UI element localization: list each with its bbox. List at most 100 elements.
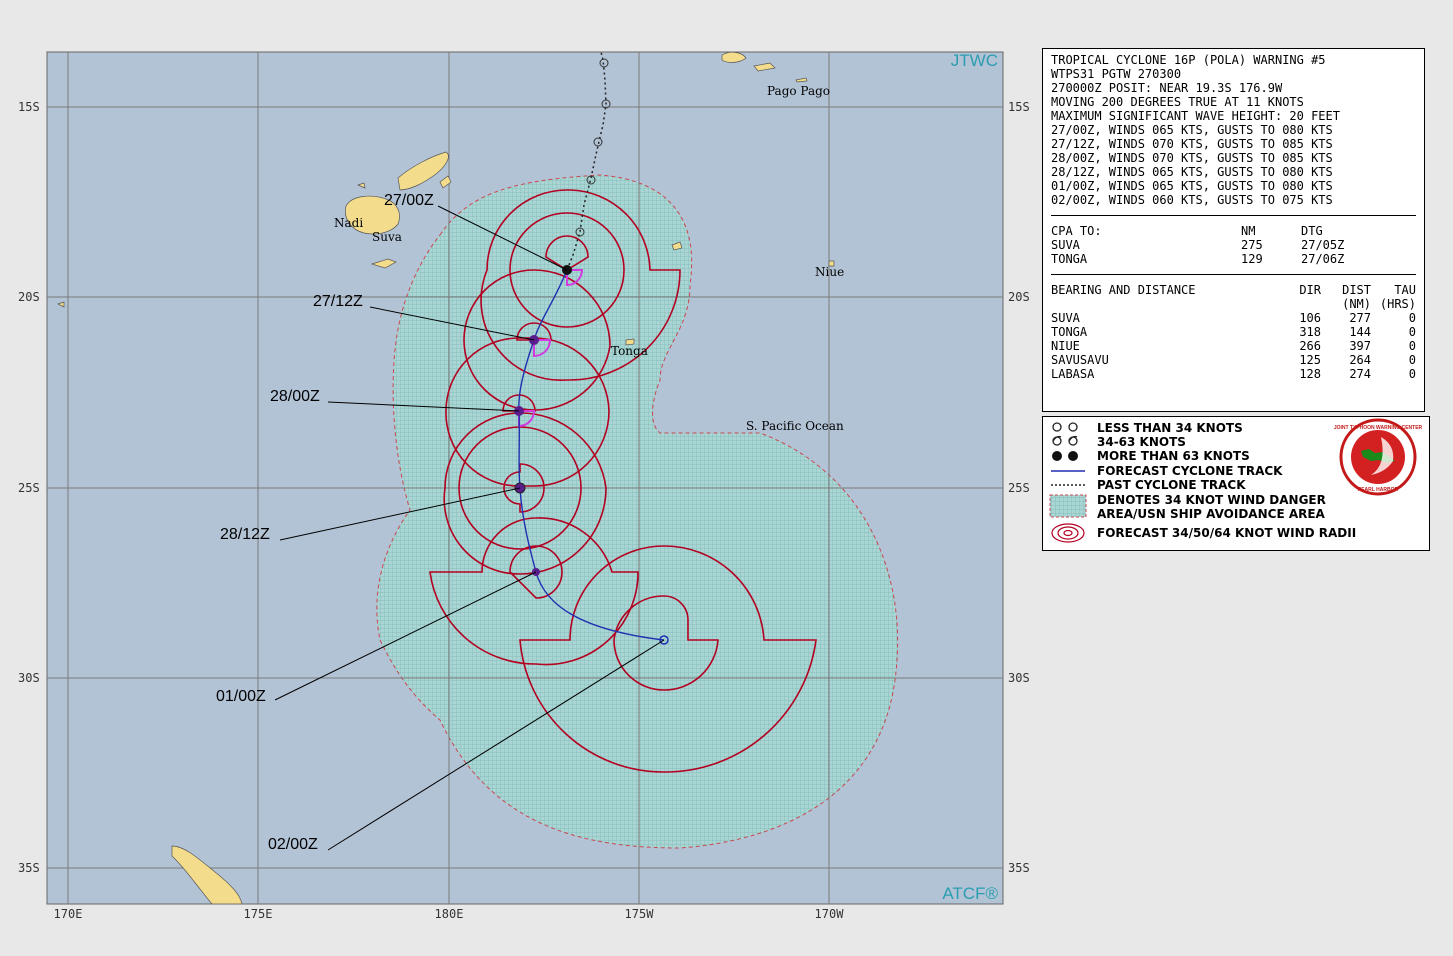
bearing-tau: 0: [1408, 339, 1416, 353]
legend-svg: LESS THAN 34 KNOTS 34-63 KNOTS MORE THAN…: [1049, 418, 1423, 543]
forecast-winds-28-00z: 28/00Z, WINDS 070 KTS, GUSTS TO 085 KTS: [1051, 151, 1333, 165]
legend-panel: LESS THAN 34 KNOTS 34-63 KNOTS MORE THAN…: [1042, 416, 1430, 551]
bearing-dist: 277: [1349, 311, 1371, 325]
bearing-dist-unit: (NM): [1342, 297, 1371, 311]
lat-label-30s-left: 30S: [18, 671, 40, 685]
cpa-title: CPA TO:: [1051, 224, 1102, 238]
divider: [1051, 215, 1416, 216]
cpa-header: CPA TO: NM DTG: [1051, 224, 1416, 238]
bearing-row: SUVA 106 277 0: [1051, 311, 1416, 325]
cpa-col-dtg: DTG: [1301, 224, 1323, 238]
lat-label-30s-right: 30S: [1008, 671, 1030, 685]
seal-sub-text: PEARL HARBOR: [1358, 487, 1399, 493]
forecast-map: 27/00Z 27/12Z 28/00Z 28/12Z 01/00Z 02/00…: [18, 51, 1030, 921]
legend-icon-wind-radii: [1051, 523, 1085, 543]
bearing-name: SUVA: [1051, 311, 1080, 325]
lon-label-180e: 180E: [435, 907, 464, 921]
bearing-dist: 264: [1349, 353, 1371, 367]
warning-title: TROPICAL CYCLONE 16P (POLA) WARNING #5: [1051, 53, 1326, 67]
legend-label-34-63: 34-63 KNOTS: [1097, 435, 1186, 449]
forecast-winds-02-00z: 02/00Z, WINDS 060 KTS, GUSTS TO 075 KTS: [1051, 193, 1333, 207]
lat-label-15s-left: 15S: [18, 100, 40, 114]
lat-label-25s-right: 25S: [1008, 481, 1030, 495]
cpa-name: TONGA: [1051, 252, 1088, 266]
legend-label-past-track: PAST CYCLONE TRACK: [1097, 478, 1246, 492]
lat-label-20s-left: 20S: [18, 290, 40, 304]
warning-info-panel: TROPICAL CYCLONE 16P (POLA) WARNING #5 W…: [1042, 48, 1425, 412]
bearing-dist: 144: [1349, 325, 1371, 339]
legend-label-less-34: LESS THAN 34 KNOTS: [1097, 421, 1243, 435]
bearing-dir: 125: [1299, 353, 1321, 367]
lon-label-170w: 170W: [815, 907, 845, 921]
forecast-label-28-00z: 28/00Z: [270, 388, 320, 405]
cpa-nm: 129: [1241, 252, 1263, 266]
forecast-winds-28-12z: 28/12Z, WINDS 065 KTS, GUSTS TO 080 KTS: [1051, 165, 1333, 179]
bearing-row: LABASA 128 274 0: [1051, 367, 1416, 381]
bearing-tau: 0: [1408, 325, 1416, 339]
forecast-winds-27-00z: 27/00Z, WINDS 065 KTS, GUSTS TO 080 KTS: [1051, 123, 1333, 137]
cpa-row: SUVA 275 27/05Z: [1051, 238, 1416, 252]
place-label-pago-pago: Pago Pago: [767, 84, 830, 98]
bearing-header: BEARING AND DISTANCE DIR DIST TAU: [1051, 283, 1416, 297]
bearing-name: LABASA: [1051, 367, 1095, 381]
bearing-dist: 274: [1349, 367, 1371, 381]
legend-icon-more-63: [1052, 451, 1078, 461]
bearing-row: SAVUSAVU 125 264 0: [1051, 353, 1416, 367]
lon-label-175w: 175W: [625, 907, 655, 921]
legend-icon-34-63: [1052, 435, 1078, 446]
bearing-col-dir: DIR: [1299, 283, 1321, 297]
bearing-dir: 318: [1299, 325, 1321, 339]
jtwc-seal: JOINT TYPHOON WARNING CENTER PEARL HARBO…: [1334, 418, 1423, 496]
lat-label-15s-right: 15S: [1008, 100, 1030, 114]
bearing-row: TONGA 318 144 0: [1051, 325, 1416, 339]
legend-label-more-63: MORE THAN 63 KNOTS: [1097, 449, 1250, 463]
lat-label-20s-right: 20S: [1008, 290, 1030, 304]
lat-label-35s-right: 35S: [1008, 861, 1030, 875]
legend-icon-less-34: [1052, 422, 1078, 432]
bearing-col-tau: TAU: [1394, 283, 1416, 297]
place-label-nadi: Nadi: [334, 216, 363, 230]
warning-wave-height: MAXIMUM SIGNIFICANT WAVE HEIGHT: 20 FEET: [1051, 109, 1340, 123]
bearing-name: NIUE: [1051, 339, 1080, 353]
cpa-row: TONGA 129 27/06Z: [1051, 252, 1416, 266]
bearing-tau: 0: [1408, 311, 1416, 325]
bearing-dist: 397: [1349, 339, 1371, 353]
atcf-watermark: ATCF®: [942, 884, 998, 903]
cpa-col-nm: NM: [1241, 224, 1256, 238]
place-label-tonga: Tonga: [611, 344, 648, 358]
bearing-title: BEARING AND DISTANCE: [1051, 283, 1196, 297]
lat-label-25s-left: 25S: [18, 481, 40, 495]
cpa-dtg: 27/05Z: [1301, 238, 1345, 252]
place-label-niue: Niue: [815, 265, 844, 279]
bearing-col-dist: DIST: [1342, 283, 1371, 297]
forecast-winds-01-00z: 01/00Z, WINDS 065 KTS, GUSTS TO 080 KTS: [1051, 179, 1333, 193]
forecast-winds-27-12z: 27/12Z, WINDS 070 KTS, GUSTS TO 085 KTS: [1051, 137, 1333, 151]
legend-label-wind-radii: FORECAST 34/50/64 KNOT WIND RADII: [1097, 526, 1356, 540]
bearing-tau: 0: [1408, 367, 1416, 381]
warning-position: 270000Z POSIT: NEAR 19.3S 176.9W: [1051, 81, 1283, 95]
cpa-nm: 275: [1241, 238, 1263, 252]
bearing-row: NIUE 266 397 0: [1051, 339, 1416, 353]
cpa-name: SUVA: [1051, 238, 1080, 252]
cpa-dtg: 27/06Z: [1301, 252, 1345, 266]
bearing-dir: 106: [1299, 311, 1321, 325]
legend-icon-danger-area: [1049, 494, 1087, 518]
seal-text: JOINT TYPHOON WARNING CENTER: [1334, 425, 1423, 431]
forecast-label-27-12z: 27/12Z: [313, 293, 363, 310]
bearing-dir: 266: [1299, 339, 1321, 353]
jtwc-watermark: JTWC: [951, 51, 998, 70]
divider: [1051, 274, 1416, 275]
bearing-name: TONGA: [1051, 325, 1088, 339]
forecast-label-01-00z: 01/00Z: [216, 688, 266, 705]
bearing-tau: 0: [1408, 353, 1416, 367]
forecast-label-27-00z: 27/00Z: [384, 192, 434, 209]
lon-label-170e: 170E: [54, 907, 83, 921]
legend-label-danger-2: AREA/USN SHIP AVOIDANCE AREA: [1097, 507, 1326, 521]
lon-label-175e: 175E: [244, 907, 273, 921]
place-label-suva: Suva: [372, 230, 402, 244]
lat-label-35s-left: 35S: [18, 861, 40, 875]
warning-movement: MOVING 200 DEGREES TRUE AT 11 KNOTS: [1051, 95, 1304, 109]
warning-header-id: WTPS31 PGTW 270300: [1051, 67, 1182, 81]
bearing-dir: 128: [1299, 367, 1321, 381]
bearing-units: (NM) (HRS): [1051, 297, 1416, 311]
